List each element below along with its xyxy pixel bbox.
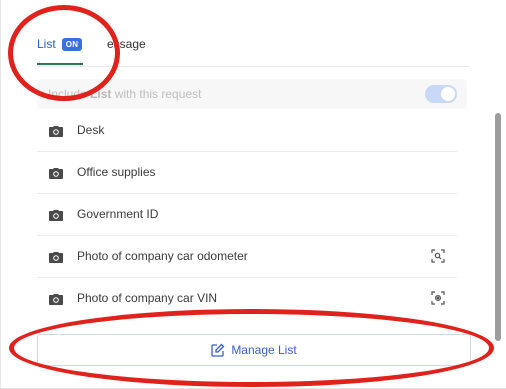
include-bold: List [90, 87, 112, 101]
include-list-toggle[interactable] [425, 85, 457, 103]
list-item-label: Government ID [77, 207, 159, 221]
tab-message-label: essage [107, 37, 146, 51]
request-panel: List ON essage Include List with this re… [0, 0, 506, 389]
tabs: List ON essage [37, 30, 469, 67]
toggle-knob [441, 87, 455, 101]
include-prefix: Include [48, 87, 91, 101]
manage-list-label: Manage List [231, 343, 297, 357]
camera-icon [49, 294, 63, 305]
active-tab-indicator [37, 63, 83, 65]
tab-message[interactable]: essage [107, 37, 146, 51]
camera-icon [49, 252, 63, 263]
list-item-label: Office supplies [77, 165, 156, 179]
list-item[interactable]: Office supplies [37, 152, 457, 194]
scan-target-icon[interactable] [431, 291, 445, 305]
camera-icon [49, 168, 63, 179]
list-item[interactable]: Photo of company car odometer [37, 236, 457, 278]
camera-icon [49, 210, 63, 221]
list-item[interactable]: Photo of company car VIN [37, 278, 457, 319]
scan-search-icon[interactable] [431, 249, 445, 263]
tab-list-on-badge: ON [61, 37, 83, 51]
list-item-label: Photo of company car odometer [77, 249, 248, 263]
scrollbar[interactable] [495, 113, 501, 341]
list-item-label: Desk [77, 123, 105, 137]
list-item-label: Photo of company car VIN [77, 291, 218, 305]
edit-icon [211, 343, 225, 357]
manage-list-button[interactable]: Manage List [37, 334, 471, 366]
include-suffix: with this request [111, 87, 202, 101]
tab-list[interactable]: List ON [37, 37, 83, 51]
list-item[interactable]: Desk [37, 110, 457, 152]
list-item[interactable]: Government ID [37, 194, 457, 236]
item-list: Desk Office supplies Government ID Photo… [37, 110, 457, 319]
camera-icon [49, 126, 63, 137]
include-list-text: Include List with this request [48, 87, 201, 101]
include-list-row: Include List with this request [37, 79, 467, 109]
tab-list-label: List [37, 37, 56, 51]
